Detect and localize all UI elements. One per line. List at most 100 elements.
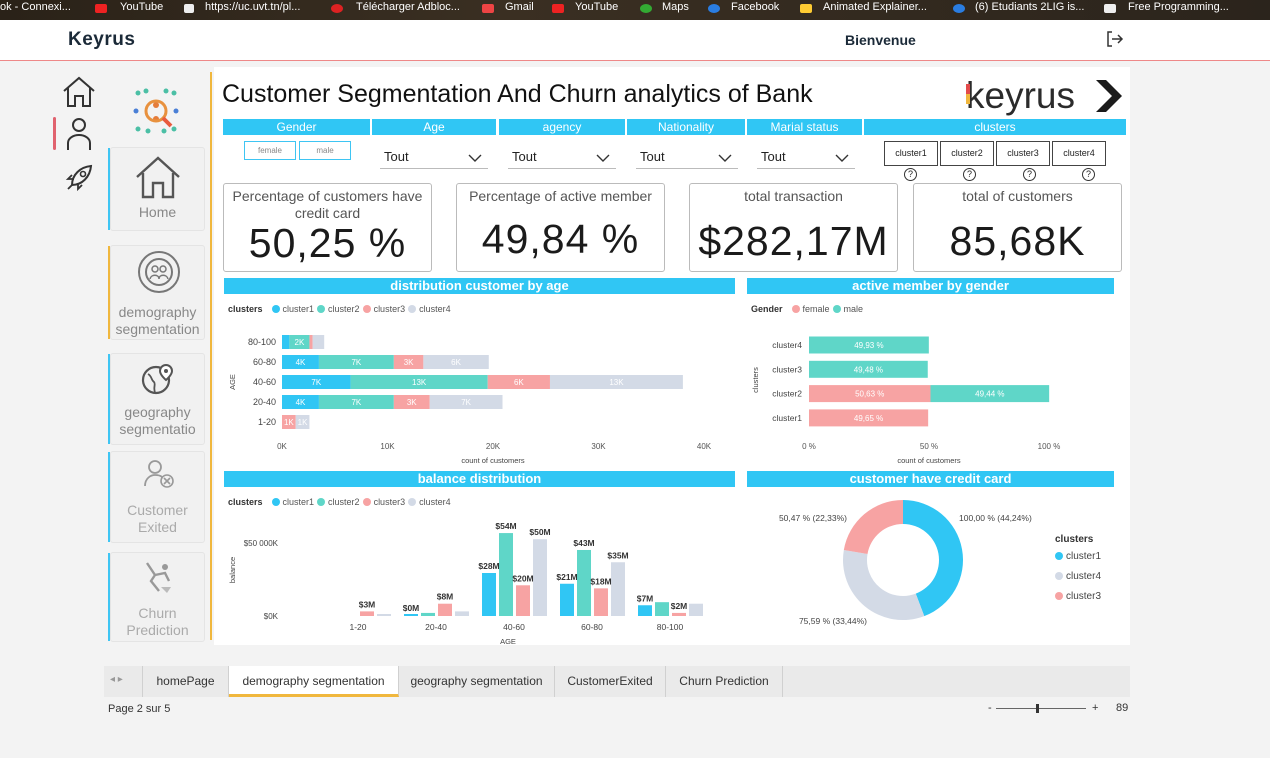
bookmark-item[interactable]: Gmail	[505, 1, 534, 13]
kpi-title: total of customers	[962, 188, 1073, 204]
help-icon[interactable]: ?	[904, 168, 917, 181]
x-tick-label: 100 %	[1038, 442, 1061, 451]
cluster3-button[interactable]: cluster3	[996, 141, 1050, 166]
bookmark-item[interactable]: ok - Connexi...	[0, 1, 71, 13]
bookmark-item[interactable]: YouTube	[575, 1, 618, 13]
bookmark-item[interactable]: Télécharger Adbloc...	[356, 1, 460, 13]
legend-marker	[1055, 552, 1063, 560]
nav-customer-exited[interactable]: Customer Exited	[108, 451, 205, 543]
x-axis-label: count of customers	[897, 456, 961, 465]
age-dropdown-value: Tout	[384, 149, 409, 164]
filter-header-age: Age	[372, 119, 496, 135]
filter-header-nationality: Nationality	[627, 119, 745, 135]
data-label: 1K	[298, 418, 308, 427]
active-indicator	[53, 117, 56, 150]
facebook-icon	[953, 4, 965, 13]
legend-title: clusters	[1055, 534, 1094, 545]
bookmark-item[interactable]: Maps	[662, 1, 689, 13]
bookmark-item[interactable]: (6) Etudiants 2LIG is...	[975, 1, 1084, 13]
user-icon[interactable]	[64, 116, 94, 157]
app-header: Keyrus Bienvenue	[0, 20, 1270, 61]
nav-churn-prediction[interactable]: Churn Prediction	[108, 552, 205, 642]
column-bar	[577, 549, 591, 616]
kpi-card-total-transaction: total transaction $282,17M	[689, 183, 898, 272]
column-bar	[560, 583, 574, 616]
agency-dropdown-value: Tout	[512, 149, 537, 164]
nationality-dropdown[interactable]: Tout	[636, 145, 738, 169]
zoom-in-button[interactable]: +	[1092, 702, 1098, 714]
logout-icon[interactable]	[1104, 29, 1124, 54]
status-bar: Page 2 sur 5 - + 89	[104, 698, 1130, 718]
tab-customer-exited[interactable]: CustomerExited	[555, 666, 666, 697]
data-label: $18M	[590, 576, 611, 586]
data-label: $20M	[512, 573, 533, 583]
legend-item: male	[843, 304, 864, 314]
kpi-value: 85,68K	[949, 218, 1086, 264]
y-tick-label: $50 000K	[244, 539, 279, 548]
tab-geography-segmentation[interactable]: geography segmentation	[399, 666, 555, 697]
column-bar	[516, 585, 530, 616]
tab-scroll-arrows[interactable]: ◂ ▸	[110, 674, 123, 685]
legend-item: cluster3	[373, 497, 406, 507]
home-icon[interactable]	[61, 75, 97, 114]
cluster1-button[interactable]: cluster1	[884, 141, 938, 166]
column-bar	[455, 611, 469, 616]
data-label: 3K	[407, 398, 417, 407]
data-label: 6K	[514, 378, 524, 387]
bookmark-icon	[1104, 4, 1116, 13]
zoom-out-button[interactable]: -	[988, 702, 992, 714]
help-icon[interactable]: ?	[1082, 168, 1095, 181]
kpi-title: total transaction	[744, 188, 843, 204]
zoom-slider-thumb[interactable]	[1036, 704, 1039, 713]
bookmark-item[interactable]: https://uc.uvt.tn/pl...	[205, 1, 300, 13]
youtube-icon	[95, 4, 107, 13]
bookmark-item[interactable]: Animated Explainer...	[823, 1, 927, 13]
filter-header-gender: Gender	[223, 119, 370, 135]
chevron-down-icon	[835, 149, 849, 173]
cluster4-button[interactable]: cluster4	[1052, 141, 1106, 166]
data-label: $21M	[556, 572, 577, 582]
demography-icon	[137, 250, 181, 298]
legend-item: female	[802, 304, 830, 314]
x-axis-label: count of customers	[461, 456, 525, 465]
column-bar	[438, 603, 452, 616]
legend-item: cluster4	[419, 304, 451, 314]
data-label: 2K	[295, 338, 305, 347]
help-icon[interactable]: ?	[963, 168, 976, 181]
gender-male-button[interactable]: male	[299, 141, 351, 160]
zoom-slider[interactable]	[996, 704, 1086, 713]
tab-demography-segmentation[interactable]: demography segmentation	[229, 666, 399, 697]
data-label: $7M	[637, 593, 654, 603]
bar-segment	[309, 335, 313, 349]
rocket-icon[interactable]	[64, 163, 94, 198]
gender-female-button[interactable]: female	[244, 141, 296, 160]
keyrus-brand-logo: keyrus	[966, 75, 1128, 121]
bookmark-item[interactable]: Facebook	[731, 1, 779, 13]
marital-status-dropdown[interactable]: Tout	[757, 145, 855, 169]
nav-demography-segmentation[interactable]: demography segmentation	[108, 245, 205, 340]
y-tick-label: cluster4	[772, 340, 802, 350]
column-bar	[421, 612, 435, 616]
nav-home[interactable]: Home	[108, 147, 205, 231]
nav-geography-segmentation[interactable]: geography segmentatio	[108, 353, 205, 445]
balance-distribution-chart: $50 000K $0K balance $3M 1-20 $0M $8M 20-40 $28M…	[228, 521, 703, 646]
bookmark-item[interactable]: Free Programming...	[1128, 1, 1229, 13]
legend-item: cluster1	[282, 304, 315, 314]
agency-dropdown[interactable]: Tout	[508, 145, 616, 169]
column-bar	[655, 602, 669, 616]
nav-churn-label: Churn Prediction	[126, 605, 189, 638]
tab-homepage[interactable]: homePage	[142, 666, 229, 697]
age-dropdown[interactable]: Tout	[380, 145, 488, 169]
age-distribution-chart: 80-100 2K 60-80 4K 7K 3K 6K 40-60 7K 13K 6K 13K 20-4…	[228, 335, 712, 465]
bookmark-item[interactable]: YouTube	[120, 1, 163, 13]
cluster2-button[interactable]: cluster2	[940, 141, 994, 166]
legend-balance-chart: clusters cluster1 cluster2 cluster3 cluster4	[228, 497, 451, 507]
y-axis-label: balance	[228, 557, 237, 583]
help-icon[interactable]: ?	[1023, 168, 1036, 181]
legend-marker	[1055, 592, 1063, 600]
data-label: 7K	[351, 398, 361, 407]
data-label: 1K	[284, 418, 294, 427]
kpi-title: Percentage of active member	[469, 188, 652, 204]
facebook-icon	[708, 4, 720, 13]
tab-churn-prediction[interactable]: Churn Prediction	[666, 666, 783, 697]
